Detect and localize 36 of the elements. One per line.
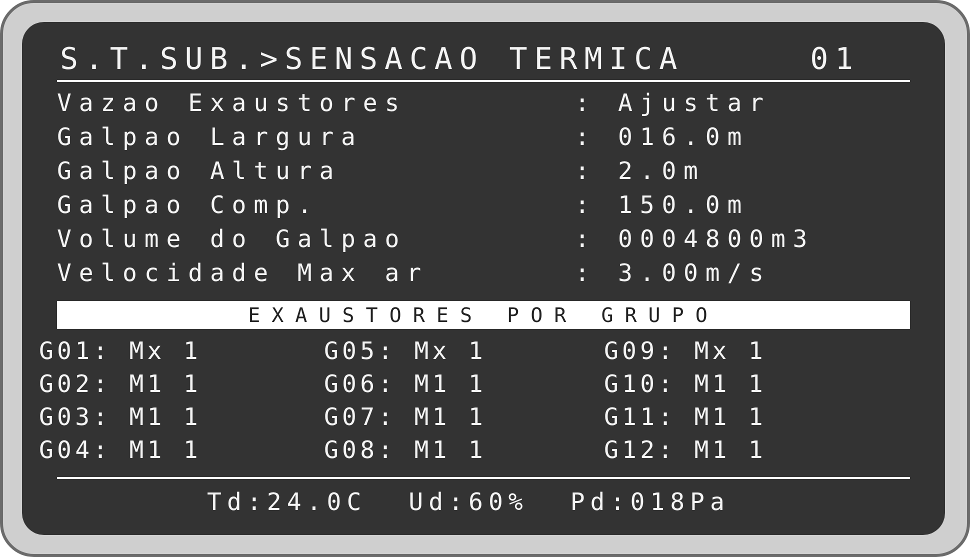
group-entry: G10: M1 1 [604,369,768,400]
group-entry: G05: Mx 1 [324,336,488,367]
setting-value: 3.00m/s [618,258,772,289]
group-entry: G12: M1 1 [604,435,768,466]
group-entry: G11: M1 1 [604,402,768,433]
group-entry: G09: Mx 1 [604,336,768,367]
separator-colon: : [575,122,590,153]
group-entry: G02: M1 1 [39,369,202,400]
section-header: EXAUSTORES POR GRUPO [57,301,910,329]
separator-colon: : [575,224,590,255]
group-entry: G06: M1 1 [324,369,488,400]
screen-title: S.T.SUB.>SENSACAO TERMICA [60,42,684,78]
group-entry: G01: Mx 1 [39,336,202,367]
separator-colon: : [575,258,590,289]
group-entry: G03: M1 1 [39,402,202,433]
setting-label: Galpao Altura [57,156,342,187]
group-entry: G07: M1 1 [324,402,488,433]
separator-colon: : [575,190,590,221]
setting-label: Galpao Largura [57,122,364,153]
setting-label: Volume do Galpao [57,224,408,255]
setting-value: 2.0m [618,156,706,187]
status-reading: Ud:60% [408,487,528,518]
setting-label: Vazao Exaustores [57,88,408,119]
setting-value: Ajustar [618,88,772,119]
page-number: 01 [810,42,861,78]
group-entry: G04: M1 1 [39,435,202,466]
setting-label: Galpao Comp. [57,190,320,221]
setting-value: 016.0m [618,122,750,153]
status-reading: Td:24.0C [207,487,367,518]
setting-value: 150.0m [618,190,750,221]
status-reading: Pd:018Pa [570,487,730,518]
separator-colon: : [575,156,590,187]
setting-label: Velocidade Max ar [57,258,430,289]
separator-colon: : [575,88,590,119]
group-entry: G08: M1 1 [324,435,488,466]
setting-value: 0004800m3 [618,224,816,255]
